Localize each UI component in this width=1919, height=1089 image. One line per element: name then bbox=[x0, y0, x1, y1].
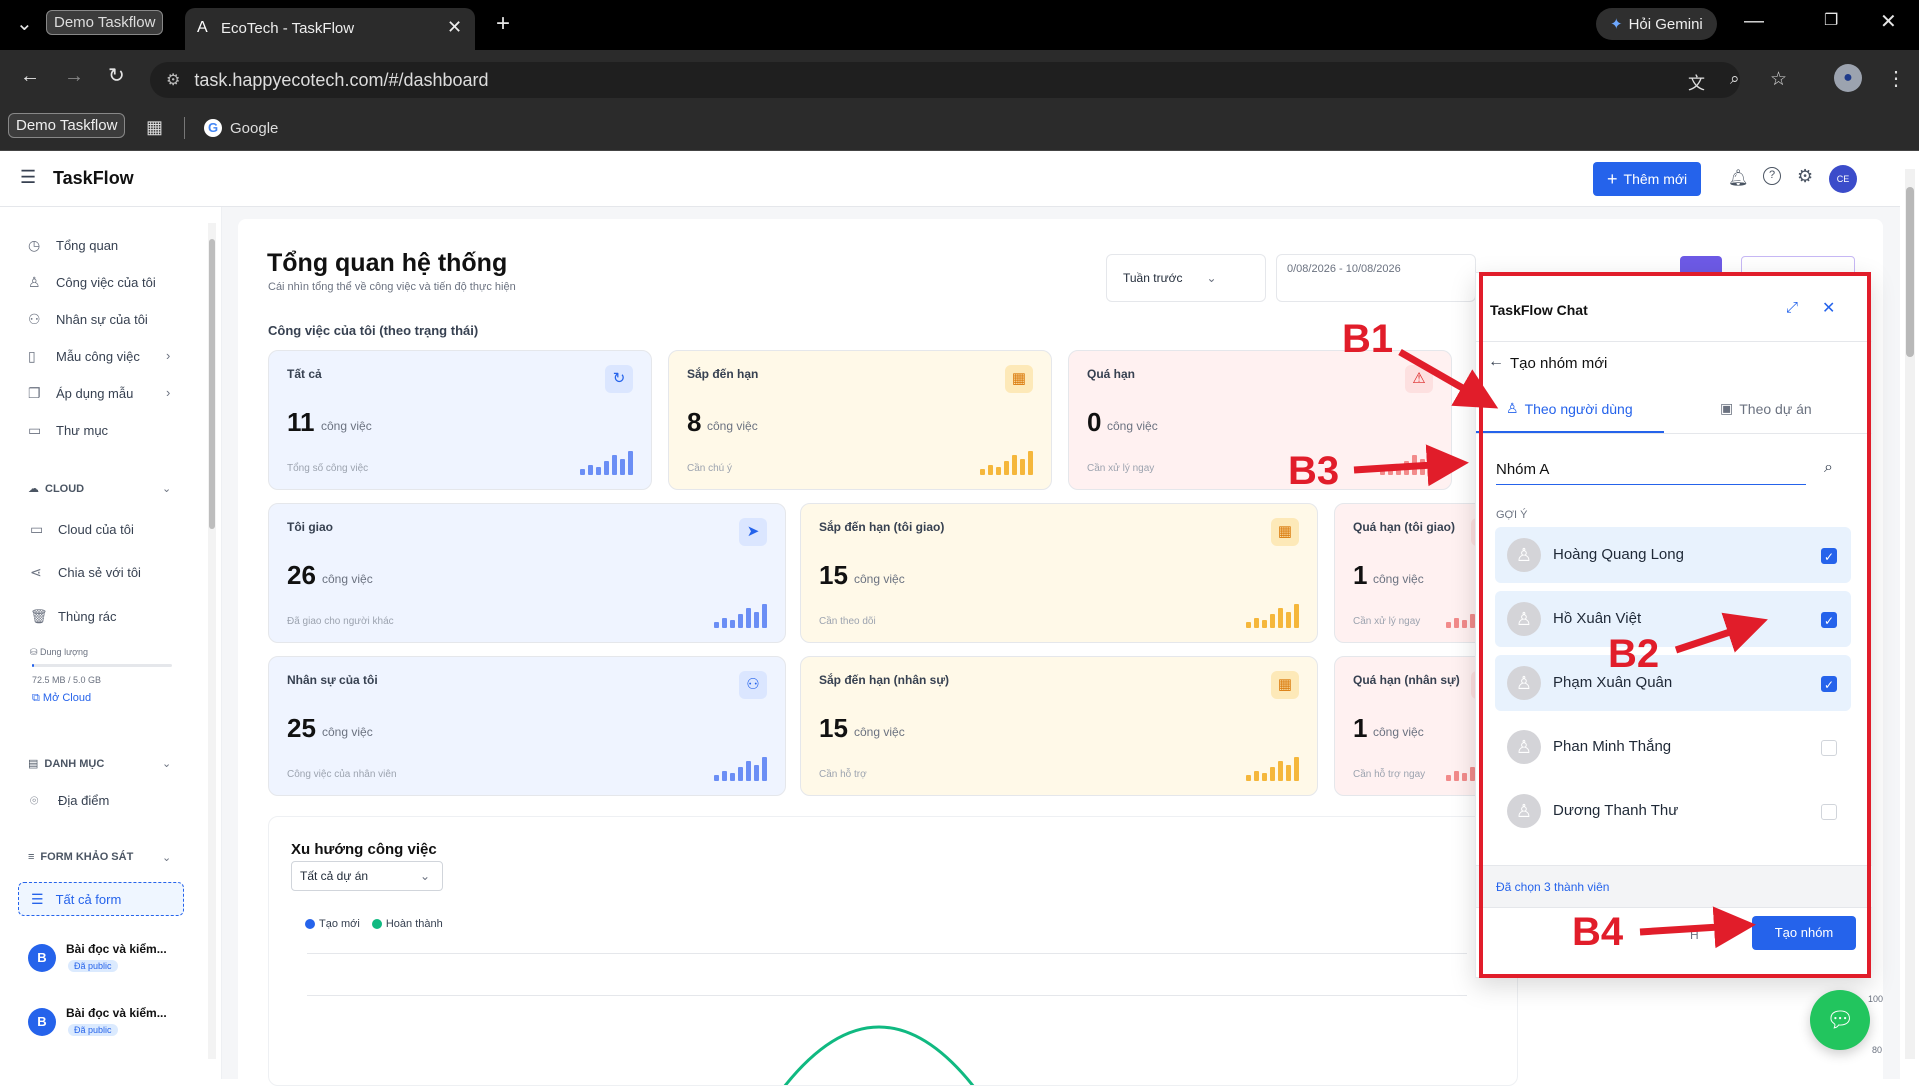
arrow-b4 bbox=[1639, 906, 1756, 949]
chat-bubble-icon: 💬︎ bbox=[1826, 1007, 1854, 1032]
arrow-b3 bbox=[1353, 444, 1469, 487]
arrow-b1 bbox=[1398, 348, 1499, 409]
chat-fab-button[interactable]: 💬︎ bbox=[1810, 990, 1870, 1050]
annotation-arrows bbox=[1353, 348, 1768, 949]
arrow-b2 bbox=[1674, 612, 1768, 654]
